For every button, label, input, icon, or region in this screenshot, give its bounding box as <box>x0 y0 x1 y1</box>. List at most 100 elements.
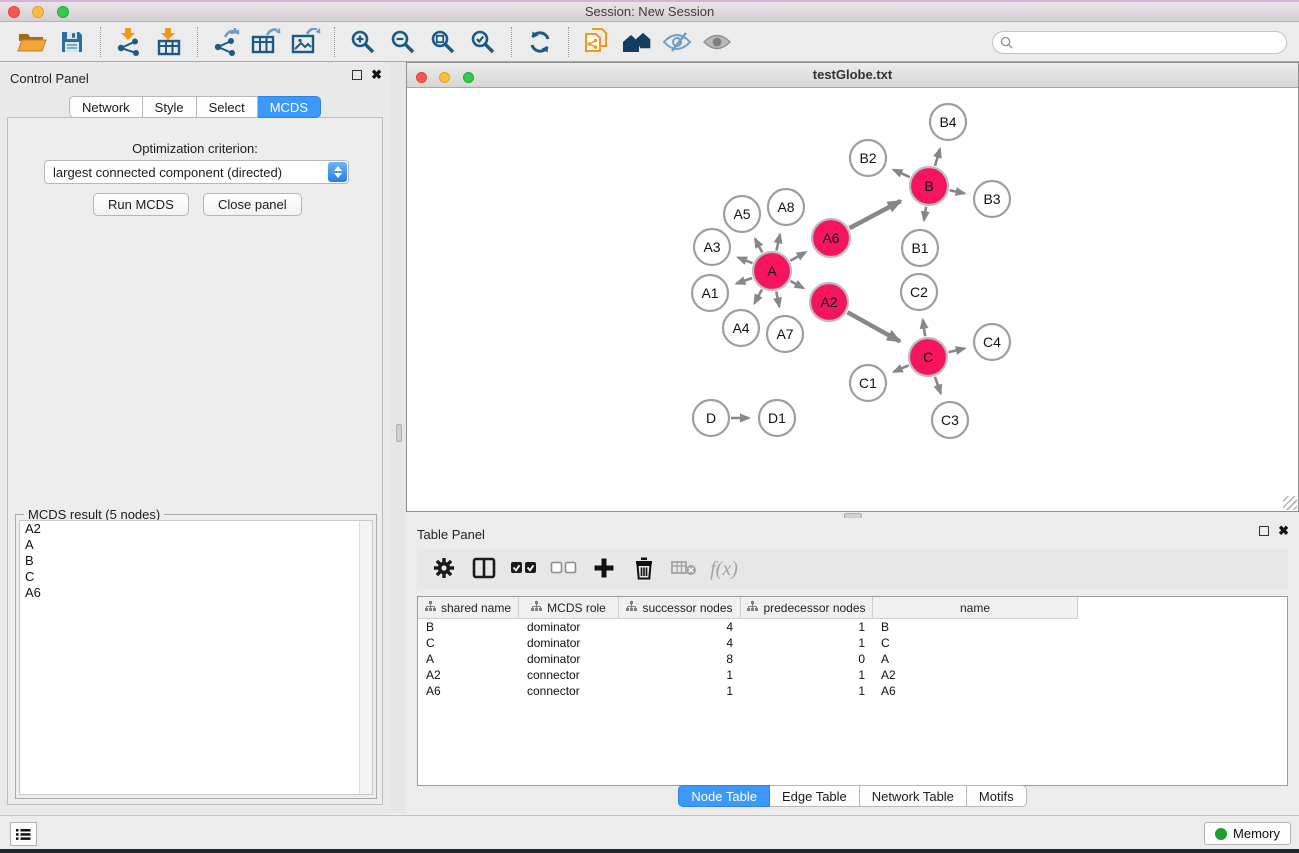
node-A8[interactable]: A8 <box>768 189 804 225</box>
tab-select[interactable]: Select <box>197 96 258 118</box>
edge-A-A3[interactable] <box>738 257 753 263</box>
edge-A-A5[interactable] <box>755 239 762 253</box>
node-A6[interactable]: A6 <box>812 219 850 257</box>
tab-network[interactable]: Network <box>69 96 143 118</box>
node-A4[interactable]: A4 <box>723 310 759 346</box>
edge-A-A2[interactable] <box>790 281 803 288</box>
delete-columns-button[interactable] <box>627 553 661 585</box>
refresh-button[interactable] <box>520 26 560 58</box>
edge-C-C2[interactable] <box>923 320 925 336</box>
node-B[interactable]: B <box>910 167 948 205</box>
cell-name[interactable]: A <box>873 651 1078 667</box>
zoom-window-button[interactable] <box>57 6 69 18</box>
tab-node-table[interactable]: Node Table <box>678 785 770 807</box>
save-session-button[interactable] <box>52 26 92 58</box>
edge-A2-C[interactable] <box>847 312 900 341</box>
zoom-fit-button[interactable] <box>423 26 463 58</box>
cell-shared-name[interactable]: A2 <box>418 667 519 683</box>
node-D[interactable]: D <box>693 400 729 436</box>
result-list-scrollbar[interactable] <box>359 521 372 794</box>
node-B1[interactable]: B1 <box>902 230 938 266</box>
show-panels-button[interactable] <box>10 822 37 846</box>
edge-C-C1[interactable] <box>894 365 909 372</box>
table-row[interactable]: Adominator80A <box>418 651 1287 667</box>
edge-A-A1[interactable] <box>736 278 752 284</box>
add-column-button[interactable] <box>587 553 621 585</box>
cell-successor-nodes[interactable]: 8 <box>619 651 741 667</box>
settings-gear-button[interactable] <box>427 553 461 585</box>
network-minimize-button[interactable] <box>439 72 450 83</box>
tab-edge-table[interactable]: Edge Table <box>770 785 860 807</box>
node-C[interactable]: C <box>909 338 947 376</box>
edge-A-A6[interactable] <box>790 252 805 261</box>
run-mcds-button[interactable]: Run MCDS <box>93 193 189 216</box>
node-C2[interactable]: C2 <box>901 274 937 310</box>
edge-A-A8[interactable] <box>776 234 780 250</box>
zoom-selected-button[interactable] <box>463 26 503 58</box>
import-table-button[interactable] <box>149 26 189 58</box>
tab-mcds[interactable]: MCDS <box>258 96 321 118</box>
node-C4[interactable]: C4 <box>974 324 1010 360</box>
edge-A-A7[interactable] <box>776 292 779 307</box>
node-B3[interactable]: B3 <box>974 181 1010 217</box>
cell-MCDS-role[interactable]: connector <box>519 683 619 699</box>
float-table-panel-icon[interactable] <box>1259 526 1269 536</box>
select-all-button[interactable] <box>507 553 541 585</box>
cell-shared-name[interactable]: C <box>418 635 519 651</box>
node-D1[interactable]: D1 <box>759 400 795 436</box>
column-header-predecessor-nodes[interactable]: predecessor nodes <box>741 597 873 619</box>
cell-predecessor-nodes[interactable]: 1 <box>741 619 873 635</box>
edge-B-B2[interactable] <box>893 170 909 178</box>
vertical-divider-grip[interactable] <box>396 424 402 442</box>
cell-MCDS-role[interactable]: connector <box>519 667 619 683</box>
tab-network-table[interactable]: Network Table <box>860 785 967 807</box>
table-row[interactable]: A6connector11A6 <box>418 683 1287 699</box>
cell-MCDS-role[interactable]: dominator <box>519 619 619 635</box>
window-resize-grip[interactable] <box>1283 496 1297 510</box>
mcds-result-list[interactable]: A2ABCA6 <box>19 520 373 795</box>
close-panel-icon[interactable]: ✖ <box>371 70 382 80</box>
export-table-button[interactable] <box>246 26 286 58</box>
import-network-button[interactable] <box>109 26 149 58</box>
zoom-out-button[interactable] <box>383 26 423 58</box>
cell-successor-nodes[interactable]: 4 <box>619 619 741 635</box>
minimize-window-button[interactable] <box>32 6 44 18</box>
network-window-titlebar[interactable]: testGlobe.txt <box>407 63 1298 88</box>
search-box[interactable] <box>992 31 1287 54</box>
cell-successor-nodes[interactable]: 1 <box>619 667 741 683</box>
tab-motifs[interactable]: Motifs <box>967 785 1027 807</box>
result-item[interactable]: A6 <box>20 585 372 601</box>
cell-name[interactable]: B <box>873 619 1078 635</box>
home-button[interactable] <box>617 26 657 58</box>
export-network-button[interactable] <box>206 26 246 58</box>
export-image-button[interactable] <box>286 26 326 58</box>
node-A1[interactable]: A1 <box>692 275 728 311</box>
optimization-criterion-select[interactable]: largest connected component (directed) <box>44 160 349 184</box>
column-header-MCDS-role[interactable]: MCDS role <box>519 597 619 619</box>
cell-predecessor-nodes[interactable]: 0 <box>741 651 873 667</box>
table-row[interactable]: Bdominator41B <box>418 619 1287 635</box>
result-item[interactable]: A2 <box>20 521 372 537</box>
node-B2[interactable]: B2 <box>850 140 886 176</box>
result-item[interactable]: B <box>20 553 372 569</box>
node-A7[interactable]: A7 <box>767 316 803 352</box>
network-close-button[interactable] <box>416 72 427 83</box>
edge-C-C3[interactable] <box>935 377 941 394</box>
float-panel-icon[interactable] <box>352 70 362 80</box>
node-A3[interactable]: A3 <box>694 229 730 265</box>
cell-shared-name[interactable]: A6 <box>418 683 519 699</box>
show-all-button[interactable] <box>697 26 737 58</box>
memory-button[interactable]: Memory <box>1204 822 1291 845</box>
node-A5[interactable]: A5 <box>724 196 760 232</box>
network-graph-canvas[interactable]: B4B2BB3A5A8A6A3AB1A1C2A2A4A7C4CC1C3DD1 <box>407 89 1298 511</box>
tab-style[interactable]: Style <box>143 96 197 118</box>
cell-successor-nodes[interactable]: 1 <box>619 683 741 699</box>
edge-B-B1[interactable] <box>924 207 926 221</box>
cell-name[interactable]: A6 <box>873 683 1078 699</box>
close-window-button[interactable] <box>8 6 20 18</box>
cell-MCDS-role[interactable]: dominator <box>519 635 619 651</box>
cell-predecessor-nodes[interactable]: 1 <box>741 667 873 683</box>
open-session-button[interactable] <box>12 26 52 58</box>
node-A[interactable]: A <box>753 252 791 290</box>
edge-B-B4[interactable] <box>935 149 940 166</box>
